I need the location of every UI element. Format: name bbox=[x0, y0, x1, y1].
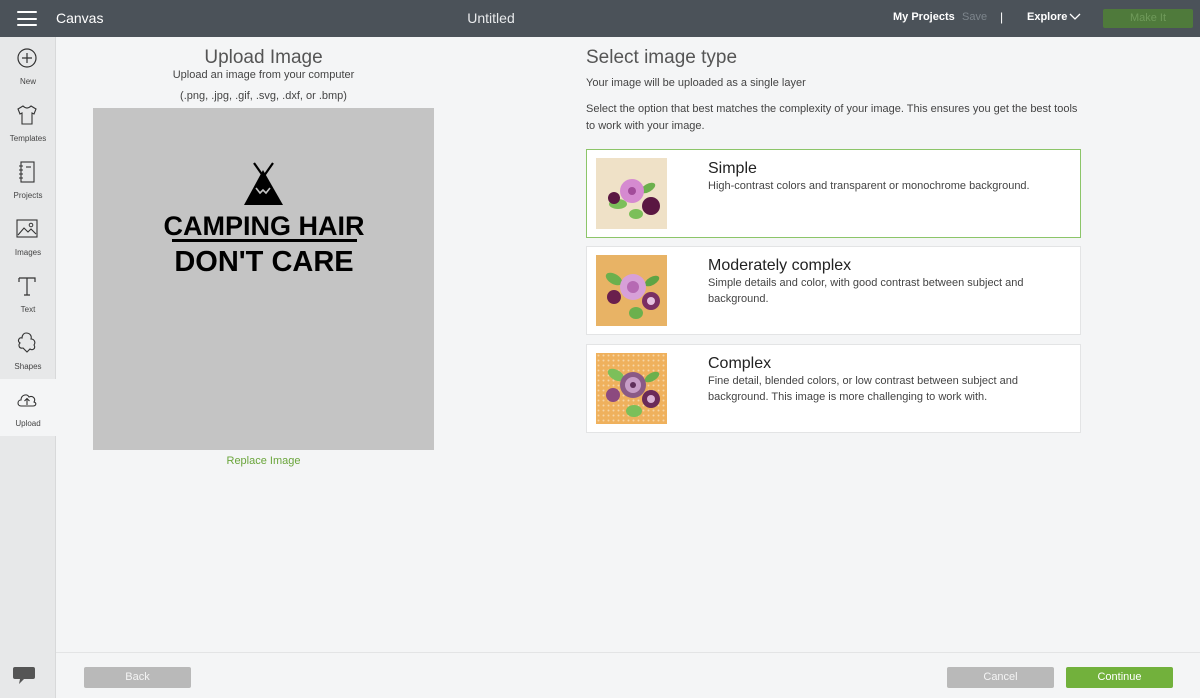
my-projects-link[interactable]: My Projects bbox=[893, 11, 955, 23]
sidebar-item-templates[interactable]: Templates bbox=[0, 94, 56, 151]
sidebar-item-projects[interactable]: Projects bbox=[0, 151, 56, 208]
preview-rule bbox=[172, 239, 357, 242]
option-description: High-contrast colors and transparent or … bbox=[708, 180, 1030, 192]
chat-bubble-icon[interactable] bbox=[12, 664, 36, 686]
option-complex[interactable]: Complex Fine detail, blended colors, or … bbox=[586, 344, 1081, 433]
single-layer-note: Your image will be uploaded as a single … bbox=[586, 77, 806, 89]
simple-thumbnail bbox=[596, 158, 667, 229]
top-bar: Canvas Untitled My Projects Save | Explo… bbox=[0, 0, 1200, 37]
preview-text-line2: DON'T CARE bbox=[174, 246, 353, 278]
sidebar-item-label: Images bbox=[14, 248, 42, 257]
text-icon bbox=[18, 277, 36, 296]
back-button[interactable]: Back bbox=[84, 667, 191, 688]
sidebar-item-label: Shapes bbox=[14, 362, 42, 371]
supported-formats-text: (.png, .jpg, .gif, .svg, .dxf, or .bmp) bbox=[180, 90, 347, 102]
preview-text-line1: CAMPING HAIR bbox=[164, 211, 365, 241]
image-icon bbox=[16, 219, 38, 238]
cloud-upload-icon bbox=[17, 394, 37, 407]
image-type-description: Select the option that best matches the … bbox=[586, 103, 1078, 132]
chevron-down-icon[interactable] bbox=[1069, 12, 1081, 22]
notebook-icon bbox=[19, 161, 35, 183]
option-simple[interactable]: Simple High-contrast colors and transpar… bbox=[586, 149, 1081, 238]
sidebar-item-label: Text bbox=[20, 305, 36, 314]
teepee-icon bbox=[244, 162, 283, 205]
save-button[interactable]: Save bbox=[962, 11, 987, 23]
upload-subtitle: Upload an image from your computer bbox=[172, 69, 355, 81]
continue-button[interactable]: Continue bbox=[1066, 667, 1173, 688]
image-preview: CAMPING HAIR DON'T CARE bbox=[93, 108, 434, 450]
option-title: Moderately complex bbox=[708, 257, 852, 274]
sidebar-item-label: Projects bbox=[13, 191, 43, 200]
topbar-separator: | bbox=[1000, 10, 1004, 24]
option-title: Simple bbox=[708, 160, 757, 177]
replace-image-link[interactable]: Replace Image bbox=[93, 455, 434, 467]
document-title[interactable]: Untitled bbox=[0, 10, 982, 26]
sidebar-item-images[interactable]: Images bbox=[0, 208, 56, 265]
explore-menu[interactable]: Explore bbox=[1027, 11, 1067, 23]
sidebar-item-label: New bbox=[19, 77, 36, 86]
upload-image-title: Upload Image bbox=[204, 47, 323, 68]
footer-bar: Back Cancel Continue bbox=[56, 652, 1200, 698]
option-description: Simple details and color, with good cont… bbox=[708, 277, 1024, 305]
moderately-complex-thumbnail bbox=[596, 255, 667, 326]
option-description: Fine detail, blended colors, or low cont… bbox=[708, 375, 1019, 403]
sidebar-item-shapes[interactable]: Shapes bbox=[0, 322, 56, 379]
sidebar-item-new[interactable]: New bbox=[0, 37, 56, 94]
make-it-button[interactable]: Make It bbox=[1103, 9, 1193, 28]
sidebar-item-text[interactable]: Text bbox=[0, 265, 56, 322]
plus-circle-icon bbox=[17, 48, 37, 68]
sidebar-item-label: Templates bbox=[9, 134, 47, 143]
option-title: Complex bbox=[708, 355, 772, 372]
cancel-button[interactable]: Cancel bbox=[947, 667, 1054, 688]
sidebar-item-label: Upload bbox=[15, 419, 41, 428]
complex-thumbnail bbox=[596, 353, 667, 424]
sidebar-item-upload[interactable]: Upload bbox=[0, 379, 56, 436]
select-image-type-title: Select image type bbox=[586, 47, 738, 68]
uploaded-image: CAMPING HAIR DON'T CARE bbox=[164, 162, 365, 278]
shapes-icon bbox=[17, 332, 36, 353]
left-sidebar: New Templates Projects Images Text Shape… bbox=[0, 37, 56, 698]
option-moderately-complex[interactable]: Moderately complex Simple details and co… bbox=[586, 246, 1081, 335]
tshirt-icon bbox=[17, 105, 37, 125]
